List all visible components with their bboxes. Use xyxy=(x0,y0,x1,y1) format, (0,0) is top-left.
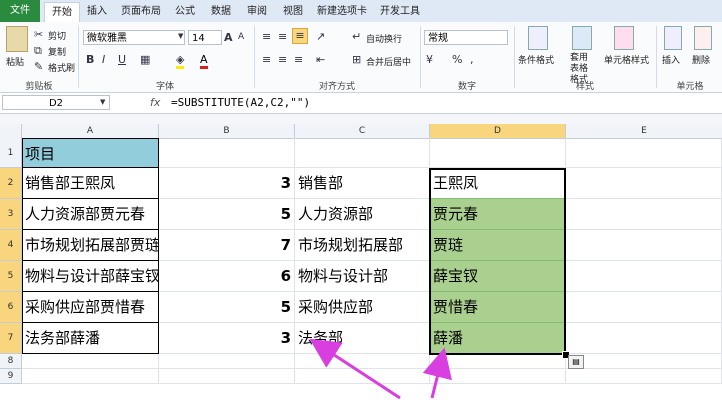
arrow-to-d7 xyxy=(422,347,452,399)
annotation-arrows xyxy=(309,338,452,400)
arrow-to-c7 xyxy=(309,338,401,400)
